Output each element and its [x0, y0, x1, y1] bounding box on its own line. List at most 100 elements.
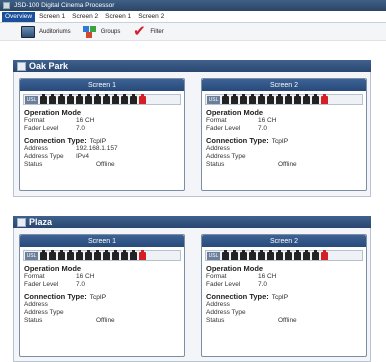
groups-button[interactable]: Groups: [82, 25, 121, 38]
group-body: Screen 1 USL Operation Mode Format 16 CH Fade…: [13, 72, 371, 197]
address-type-value: [258, 309, 362, 317]
channel-meter-icon: [267, 249, 274, 260]
connection-type-value: TcpIP: [271, 138, 289, 145]
channel-strip: USL: [205, 249, 363, 261]
connection-section: Connection Type: TcpIP Address Address Type…: [202, 133, 366, 169]
screen-title: Screen 1: [20, 79, 184, 91]
tab-screen-1-b[interactable]: Screen 1: [102, 12, 134, 22]
address-row: Address: [206, 301, 362, 309]
group-name: Oak Park: [29, 61, 69, 71]
fader-value: 7.0: [258, 125, 268, 132]
channel-meter-icon: [240, 93, 247, 104]
channel-meter-icon: [276, 249, 283, 260]
fader-row: Fader Level 7.0: [24, 125, 180, 133]
channel-meter-icon: [130, 249, 137, 260]
auditoriums-button[interactable]: Auditoriums: [21, 25, 71, 38]
address-value: [76, 301, 180, 309]
status-row: Status Offline: [24, 317, 180, 325]
address-type-row: Address Type: [206, 153, 362, 161]
channel-meter-icon: [285, 249, 292, 260]
operation-mode-section: Operation Mode Format 16 CH Fader Level 7.0: [20, 261, 184, 289]
format-row: Format 16 CH: [24, 117, 180, 125]
address-value: 192.168.1.157: [76, 145, 118, 152]
channel-meter-icon: [94, 249, 101, 260]
address-type-value: [76, 309, 180, 317]
channel-tag: USL: [25, 95, 38, 104]
fader-row: Fader Level 7.0: [206, 281, 362, 289]
tab-screen-2-b[interactable]: Screen 2: [135, 12, 167, 22]
group-header[interactable]: Oak Park: [13, 60, 371, 72]
status-row: Status Offline: [24, 161, 180, 169]
screen-card[interactable]: Screen 2 USL Operation Mode Format 16 CH Fade…: [201, 78, 367, 191]
tab-overview[interactable]: Overview: [2, 11, 36, 22]
channel-meter-icon: [121, 93, 128, 104]
format-value: 16 CH: [76, 273, 95, 280]
channel-meter-icon: [249, 93, 256, 104]
operation-mode-title: Operation Mode: [206, 108, 264, 117]
status-value: Offline: [96, 161, 115, 168]
operation-mode-section: Operation Mode Format 16 CH Fader Level 7.0: [202, 261, 366, 289]
group-header[interactable]: Plaza: [13, 216, 371, 228]
address-type-row: Address Type: [24, 309, 180, 317]
channel-meter-icon: [94, 93, 101, 104]
groups-icon: [82, 25, 97, 38]
channel-meter-icon: [85, 93, 92, 104]
address-type-row: Address Type: [206, 309, 362, 317]
channel-meter-icon: [312, 93, 319, 104]
channel-meter-icon: [258, 249, 265, 260]
address-value: [258, 145, 362, 153]
channel-meter-icon: [139, 93, 146, 104]
connection-type-title: Connection Type: TcpIP: [206, 292, 289, 301]
channel-meter-icon: [58, 249, 65, 260]
group-collapse-icon[interactable]: [17, 217, 26, 227]
window-titlebar: JSD-100 Digital Cinema Processor: [0, 0, 386, 11]
channel-tag: USL: [207, 95, 220, 104]
fader-row: Fader Level 7.0: [206, 125, 362, 133]
channel-tag: USL: [207, 251, 220, 260]
channel-meter-icon: [76, 93, 83, 104]
status-row: Status Offline: [206, 161, 362, 169]
groups-label: Groups: [100, 28, 121, 35]
group-oak-park: Oak Park Screen 1 USL Operation Mode Format…: [13, 60, 371, 197]
connection-type-value: TcpIP: [271, 294, 289, 301]
channel-meter-icon: [240, 249, 247, 260]
group-collapse-icon[interactable]: [17, 61, 26, 71]
group-name: Plaza: [29, 217, 53, 227]
channel-meter-icon: [267, 93, 274, 104]
channel-meter-icon: [103, 249, 110, 260]
status-value: Offline: [278, 161, 297, 168]
screen-title: Screen 1: [20, 235, 184, 247]
channel-meter-icon: [121, 249, 128, 260]
address-row: Address: [24, 301, 180, 309]
channel-meter-icon: [258, 93, 265, 104]
address-row: Address: [206, 145, 362, 153]
screen-card[interactable]: Screen 2 USL Operation Mode Format 16 CH Fade…: [201, 234, 367, 357]
tab-screen-1[interactable]: Screen 1: [36, 12, 68, 22]
connection-section: Connection Type: TcpIP Address 192.168.1.15…: [20, 133, 184, 169]
channel-meter-icon: [58, 93, 65, 104]
channel-meter-icon: [76, 249, 83, 260]
format-row: Format 16 CH: [206, 117, 362, 125]
auditoriums-icon: [21, 25, 35, 38]
screen-card[interactable]: Screen 1 USL Operation Mode Format 16 CH Fade…: [19, 234, 185, 357]
channel-meter-icon: [112, 249, 119, 260]
connection-type-value: TcpIP: [89, 294, 107, 301]
filter-check-icon: ✔: [133, 22, 146, 40]
status-value: Offline: [278, 317, 297, 324]
channel-meter-icon: [67, 249, 74, 260]
address-type-value: IPv4: [76, 153, 90, 160]
channel-meter-icon: [222, 93, 229, 104]
toolbar: Auditoriums Groups ✔ Filter: [0, 23, 386, 41]
group-plaza: Plaza Screen 1 USL Operation Mode Format 16 …: [13, 216, 371, 362]
screen-card[interactable]: Screen 1 USL Operation Mode Format 16 CH Fade…: [19, 78, 185, 191]
channel-meter-icon: [40, 249, 47, 260]
fader-value: 7.0: [76, 125, 86, 132]
filter-button[interactable]: ✔ Filter: [132, 22, 164, 40]
tab-screen-2[interactable]: Screen 2: [69, 12, 101, 22]
app-icon: [3, 2, 10, 9]
channel-meter-icon: [130, 93, 137, 104]
channel-strip: USL: [23, 93, 181, 105]
fader-row: Fader Level 7.0: [24, 281, 180, 289]
channel-meter-icon: [222, 249, 229, 260]
operation-mode-section: Operation Mode Format 16 CH Fader Level 7.0: [202, 105, 366, 133]
